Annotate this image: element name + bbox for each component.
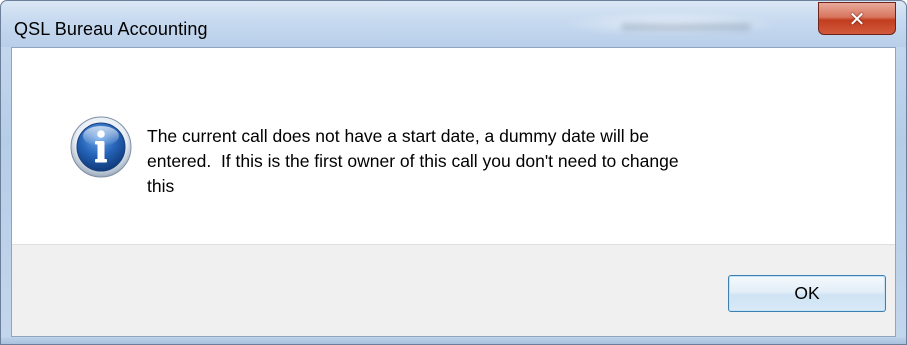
message-area: The current call does not have a start d… — [12, 48, 895, 244]
close-icon: ✕ — [848, 6, 866, 31]
window-bottom-frame — [1, 337, 906, 344]
close-button[interactable]: ✕ — [818, 2, 896, 35]
dialog-window: QSL Bureau Accounting ✕ The current call… — [0, 0, 907, 345]
info-icon — [70, 116, 132, 178]
dialog-client-area: The current call does not have a start d… — [11, 47, 896, 337]
ok-button[interactable]: OK — [728, 275, 886, 312]
title-bar[interactable]: QSL Bureau Accounting ✕ — [1, 1, 906, 47]
background-window-title-blur — [621, 23, 751, 31]
dialog-message: The current call does not have a start d… — [147, 126, 679, 196]
window-title: QSL Bureau Accounting — [14, 19, 208, 39]
dialog-button-bar: OK — [12, 244, 895, 336]
